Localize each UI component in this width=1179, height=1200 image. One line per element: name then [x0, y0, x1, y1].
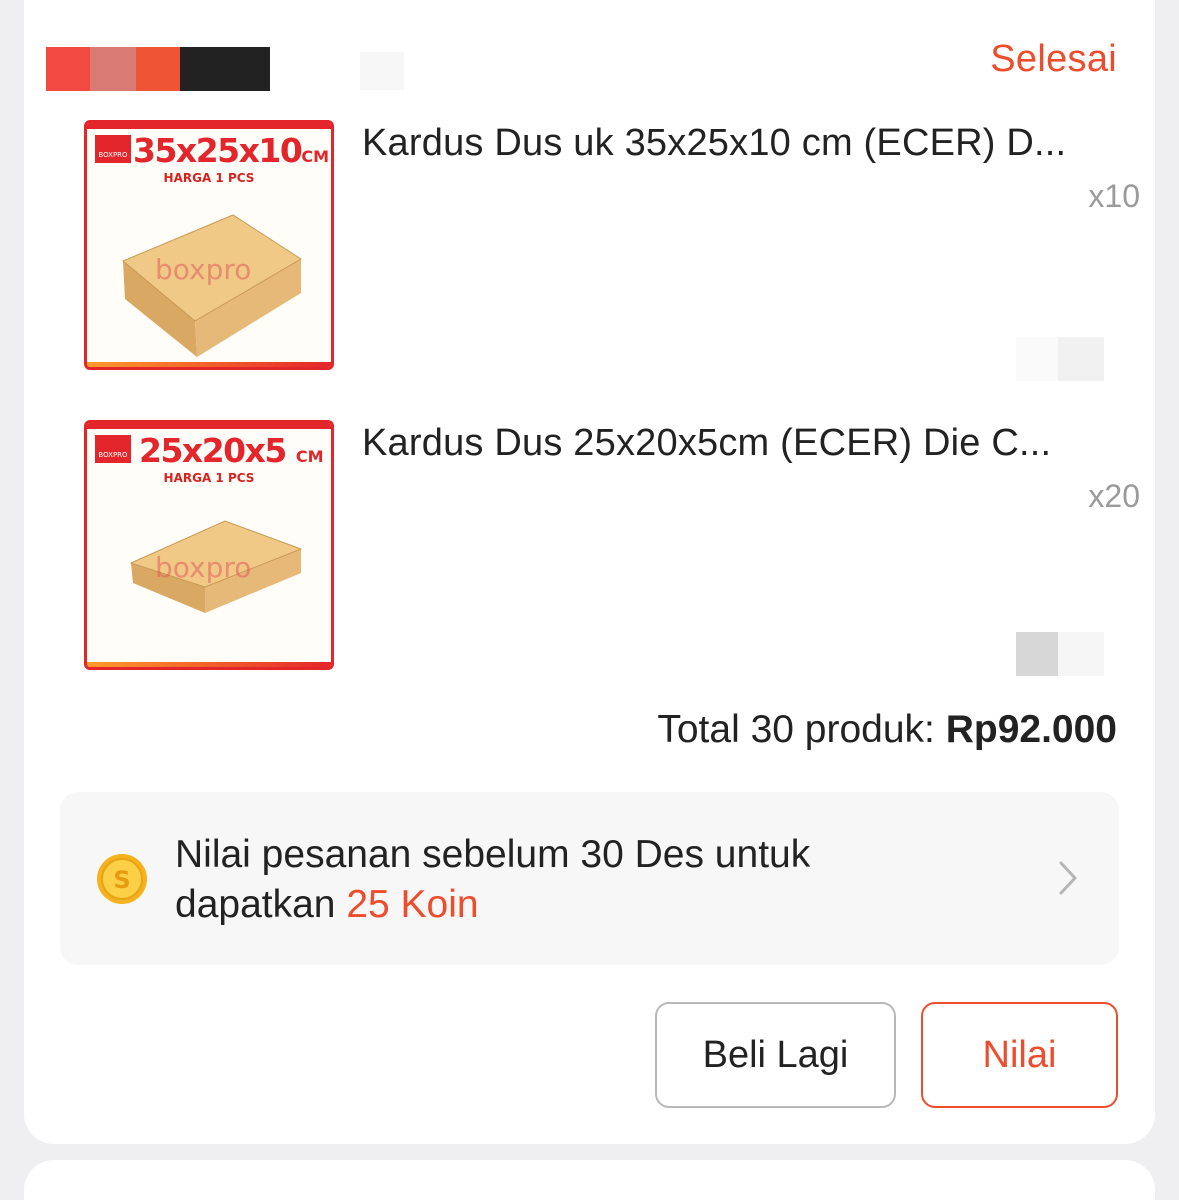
product-title: Kardus Dus uk 35x25x10 cm (ECER) D...	[362, 122, 1067, 164]
thumbnail-bottom-bar	[87, 362, 331, 367]
coin-promo-banner[interactable]: S Nilai pesanan sebelum 30 Des untuk dap…	[60, 792, 1119, 965]
thumbnail-bottom-bar	[87, 662, 331, 667]
cardboard-box-image	[122, 214, 302, 357]
order-item[interactable]: BOXPRO 35x25x10CM HARGA 1 PCS boxpro Kar…	[60, 120, 1140, 381]
coin-promo-message: Nilai pesanan sebelum 30 Des untuk dapat…	[175, 833, 811, 926]
price-redacted	[1016, 337, 1060, 381]
product-thumbnail: BOXPRO 25x20x5 CM HARGA 1 PCS boxpro	[84, 420, 334, 670]
svg-text:S: S	[113, 866, 130, 894]
next-card-edge	[24, 1160, 1155, 1200]
redaction-block	[46, 47, 92, 91]
rate-button[interactable]: Nilai	[921, 1002, 1118, 1108]
brand-watermark: boxpro	[155, 551, 252, 584]
total-value: Rp92.000	[945, 708, 1117, 751]
chevron-right-icon	[1059, 861, 1077, 895]
redaction-block	[360, 52, 404, 90]
product-thumbnail: BOXPRO 35x25x10CM HARGA 1 PCS boxpro	[84, 120, 334, 370]
redaction-block	[90, 47, 138, 91]
price-redacted	[1058, 632, 1104, 676]
redaction-block	[136, 47, 182, 91]
product-quantity: x20	[1088, 478, 1140, 514]
shop-name-redacted[interactable]	[24, 0, 324, 100]
cardboard-box-image	[129, 520, 303, 613]
brand-watermark: boxpro	[155, 253, 252, 286]
price-redacted	[1016, 632, 1060, 676]
order-status: Selesai	[990, 38, 1117, 80]
product-title: Kardus Dus 25x20x5cm (ECER) Die C...	[362, 422, 1052, 464]
redaction-block	[180, 47, 270, 91]
order-card: Selesai BOXPRO 35x25x10CM HARGA 1 PCS bo…	[24, 0, 1155, 1144]
price-redacted	[1058, 337, 1104, 381]
order-item[interactable]: BOXPRO 25x20x5 CM HARGA 1 PCS boxpro Kar…	[60, 420, 1140, 676]
buy-again-button[interactable]: Beli Lagi	[655, 1002, 896, 1108]
coin-promo-text: Nilai pesanan sebelum 30 Des untuk dapat…	[175, 830, 955, 930]
total-label: Total 30 produk:	[657, 708, 946, 751]
coin-icon: S	[97, 854, 147, 904]
order-total: Total 30 produk: Rp92.000	[657, 708, 1117, 752]
coin-reward-amount: 25 Koin	[346, 883, 479, 926]
product-quantity: x10	[1088, 178, 1140, 214]
